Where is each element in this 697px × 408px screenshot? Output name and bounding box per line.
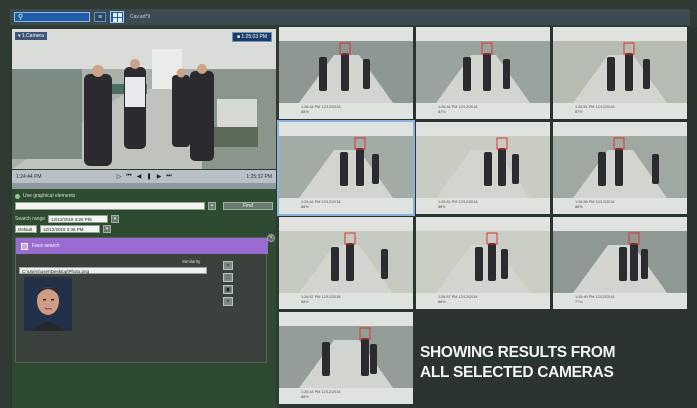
face-search-header[interactable]: Face search [16,238,268,254]
result-tile[interactable]: 1:26:51 PM 12/12/2018 88% [416,122,550,214]
camera-time[interactable]: ■ 1:25:03 PM [232,32,272,42]
results-caption: SHOWING RESULTS FROM ALL SELECTED CAMERA… [420,343,616,383]
result-caption: 1:26:44 PM 12/12/2018 87% [416,103,550,119]
period-select[interactable]: Default [15,225,37,233]
range-to-row: Default 12/12/2018 3:36 PM ▾ [15,225,111,233]
close-icon[interactable]: × [267,234,275,242]
camera-name[interactable]: ▾ 1.Camera [15,32,47,40]
from-calendar-icon[interactable]: ▾ [111,215,120,223]
face-search-panel: Face search × Similarity C:\Users\user\D… [15,234,275,363]
step-back-icon[interactable]: ◀ [136,173,143,180]
range-from-row: Search range 12/12/2018 3:26 PM ▾ [15,215,120,223]
result-caption: 1:26:51 PM 12/12/2018 88% [416,198,550,214]
search-icon: ⚲ [18,14,24,21]
pause-icon[interactable]: ❚ [146,173,153,180]
result-similarity: 88% [301,205,309,209]
result-caption: 1:26:49 PM 12/12/2018 77% [553,293,687,309]
result-tile[interactable]: 1:26:51 PM 12/12/2018 87% [553,27,687,119]
result-similarity: 88% [301,395,309,399]
result-caption: 1:26:57 PM 12/12/2018 88% [416,293,550,309]
graphical-row: Use graphical elements [15,193,75,199]
left-panel: ▾ 1.Camera ■ 1:25:03 PM 1:24:44 PM ▷ ⏮ ◀… [10,27,276,408]
result-similarity: 87% [438,110,446,114]
result-caption: 1:26:57 PM 12/12/2018 88% [279,293,413,309]
similarity-label: Similarity [182,259,201,264]
result-similarity: 88% [438,300,446,304]
skip-back-icon[interactable]: ⏮ [126,173,133,180]
search-range-label: Search range [15,216,46,222]
camera-view[interactable]: ▾ 1.Camera ■ 1:25:03 PM [12,29,276,169]
playback-controls: 1:24:44 PM ▷ ⏮ ◀ ❚ ▶ ⏭ 1:25:32 PM [12,170,276,183]
result-tile[interactable]: 1:26:44 PM 12/12/2018 88% [277,120,415,216]
layout-grid-button[interactable] [110,11,124,23]
result-caption: 1:26:44 PM 12/12/2018 88% [279,198,413,214]
result-tile[interactable]: 1:26:49 PM 12/12/2018 77% [553,217,687,309]
layout-label: Cav.ad°9 [130,14,151,20]
time-start: 1:24:44 PM [16,173,42,180]
graphical-label: Use graphical elements [23,193,76,199]
crop-icon[interactable]: ▣ [223,285,233,294]
search-field[interactable]: ⚲ [14,12,90,22]
search-form: Use graphical elements ▾ Find Search ran… [12,189,276,408]
reference-face-photo [24,277,72,331]
result-caption: 1:26:51 PM 12/12/2018 87% [553,103,687,119]
result-caption: 1:26:44 PM 12/12/2018 88% [279,103,413,119]
find-button[interactable]: Find [223,202,273,210]
to-calendar-icon[interactable]: ▾ [103,225,111,233]
result-similarity: 88% [301,300,309,304]
result-tile[interactable]: 1:26:44 PM 12/12/2018 88% [279,312,413,404]
open-file-icon[interactable]: □ [223,273,233,282]
caption-line-2: ALL SELECTED CAMERAS [420,364,614,381]
result-tile[interactable]: 1:26:57 PM 12/12/2018 88% [416,217,550,309]
query-input[interactable] [15,202,205,210]
result-caption: 1:26:58 PM 12/12/2018 88% [553,198,687,214]
result-tile[interactable]: 1:26:44 PM 12/12/2018 87% [416,27,550,119]
play-icon[interactable]: ▷ [116,173,123,180]
to-date-field[interactable]: 12/12/2018 3:36 PM [40,225,100,233]
top-toolbar: ⚲ ≡ Cav.ad°9 [10,9,690,25]
find-row: ▾ Find [15,202,273,210]
result-tile[interactable]: 1:26:44 PM 12/12/2018 88% [279,27,413,119]
time-end: 1:25:32 PM [246,173,272,180]
caption-line-1: SHOWING RESULTS FROM [420,344,616,361]
result-similarity: 88% [438,205,446,209]
face-search-icon [21,242,28,250]
app-window: ⚲ ≡ Cav.ad°9 ▾ 1.Camera ■ 1:25:03 PM 1:2… [0,0,697,408]
result-similarity: 88% [301,110,309,114]
face-search-label: Face search [32,243,60,249]
dropdown-icon[interactable]: ▾ [208,202,216,210]
result-similarity: 87% [575,110,583,114]
result-similarity: 77% [575,300,583,304]
result-tile[interactable]: 1:26:57 PM 12/12/2018 88% [279,217,413,309]
expand-button[interactable]: ≡ [94,12,106,22]
result-caption: 1:26:44 PM 12/12/2018 88% [279,388,413,404]
face-tools: ≈ □ ▣ + [223,261,233,306]
graphical-checkbox[interactable] [15,193,20,199]
add-face-icon[interactable]: + [223,297,233,306]
similarity-stepper-icon[interactable]: ≈ [223,261,233,270]
from-date-field[interactable]: 12/12/2018 3:26 PM [48,215,109,223]
office-scene-image [12,29,276,169]
step-forward-icon[interactable]: ▶ [156,173,163,180]
result-tile[interactable]: 1:26:58 PM 12/12/2018 88% [553,122,687,214]
skip-forward-icon[interactable]: ⏭ [166,173,173,180]
photo-path-field[interactable]: C:\Users\user\Desktop\Photo.png [19,267,207,274]
result-similarity: 88% [575,205,583,209]
